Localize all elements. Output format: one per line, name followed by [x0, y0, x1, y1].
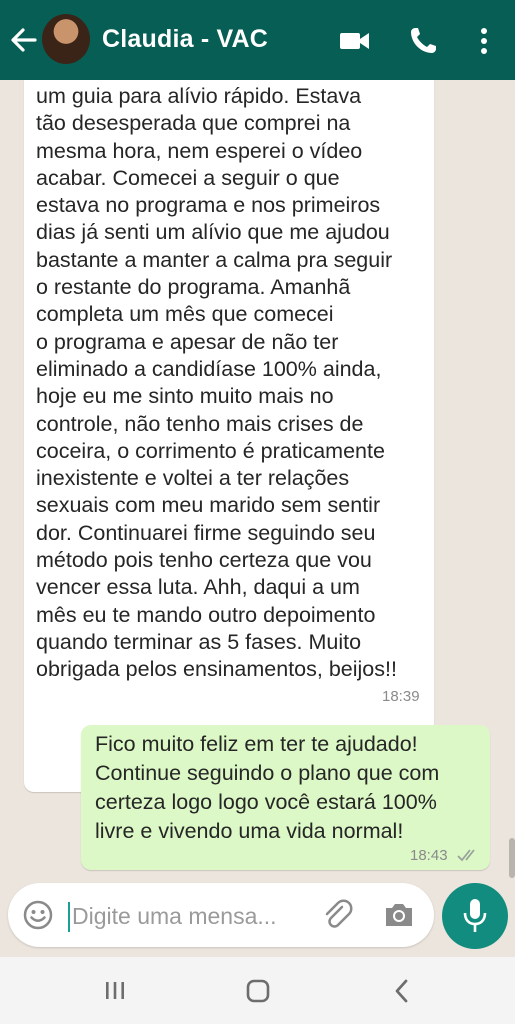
camera-icon[interactable]: [383, 900, 415, 930]
home-icon[interactable]: [243, 975, 273, 1007]
emoji-icon[interactable]: [22, 899, 54, 931]
back-nav-icon[interactable]: [387, 975, 417, 1007]
recent-apps-icon[interactable]: [100, 975, 130, 1007]
back-arrow-icon[interactable]: [8, 24, 38, 56]
avatar[interactable]: [42, 14, 90, 64]
chat-header: Claudia - VAC: [0, 0, 515, 80]
message-timestamp: 18:39: [382, 688, 420, 705]
mic-button[interactable]: [442, 883, 508, 949]
attach-icon[interactable]: [320, 898, 354, 932]
text-cursor: [68, 902, 70, 932]
phone-icon[interactable]: [406, 24, 440, 58]
more-vert-icon[interactable]: [467, 24, 501, 58]
mic-icon: [463, 899, 487, 932]
read-ticks-icon: [457, 849, 475, 862]
incoming-message-text: um guia para alívio rápido. Estava tão d…: [36, 84, 397, 682]
chat-area[interactable]: um guia para alívio rápido. Estava tão d…: [0, 80, 515, 880]
message-input[interactable]: Digite uma mensa...: [72, 903, 277, 930]
outgoing-message-text: Fico muito feliz em ter te ajudado! Cont…: [95, 732, 440, 843]
video-call-icon[interactable]: [338, 24, 372, 58]
scrollbar-thumb[interactable]: [509, 838, 515, 878]
message-timestamp: 18:43: [410, 847, 448, 864]
contact-name[interactable]: Claudia - VAC: [102, 25, 268, 54]
